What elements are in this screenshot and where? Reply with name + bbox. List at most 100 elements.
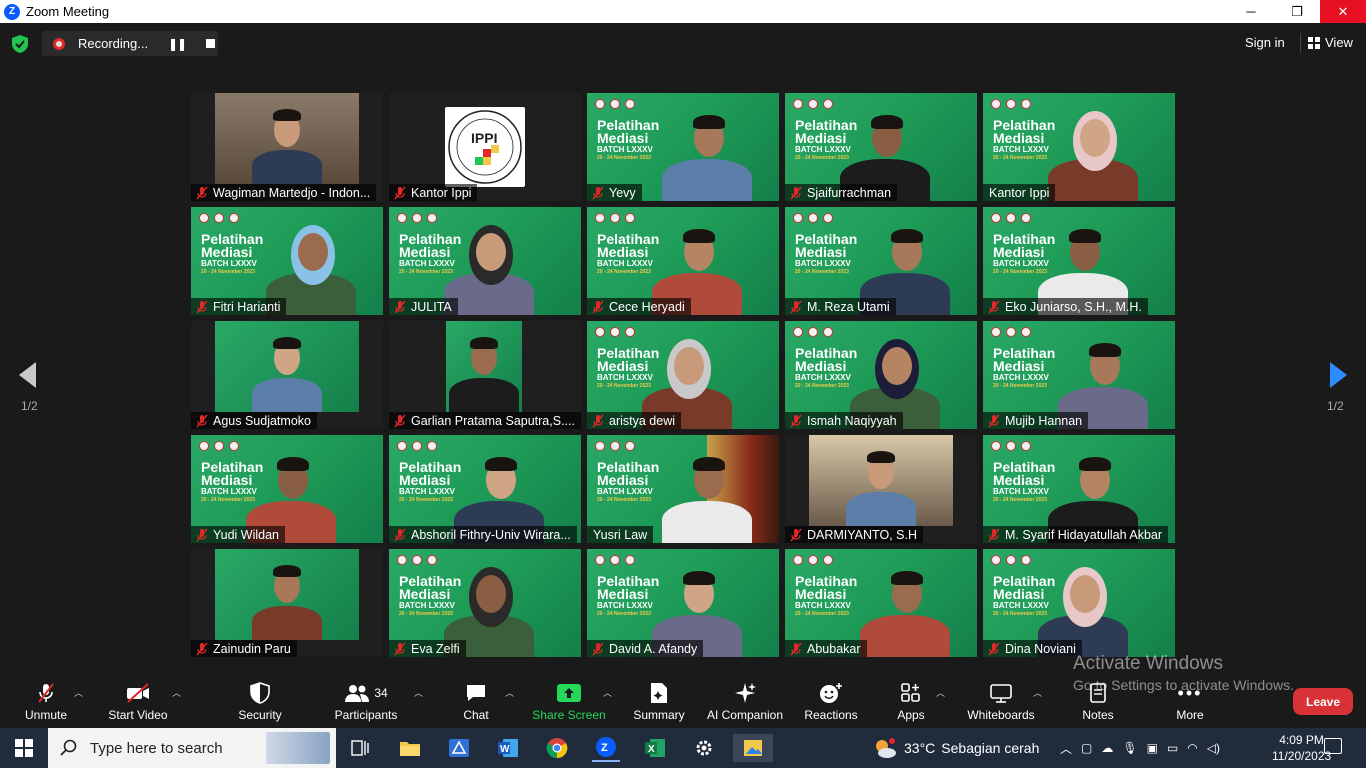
show-hidden-icons-chevron-icon[interactable]: ︿ [1060, 740, 1072, 757]
participant-video-tile[interactable]: Pelatihan Mediasi BATCH LXXXV 20 - 24 Novem… [983, 549, 1175, 657]
muted-microphone-icon [196, 414, 208, 427]
ai-companion-button[interactable]: AI Companion [700, 680, 790, 722]
photos-app-icon[interactable] [733, 734, 773, 762]
page-indicator-left: 1/2 [21, 399, 38, 413]
start-button[interactable] [0, 728, 48, 768]
pause-recording-icon[interactable]: ❚❚ [168, 37, 187, 51]
participant-name: Yudi Wildan [213, 527, 280, 542]
reactions-label: Reactions [804, 708, 858, 722]
participant-video-tile[interactable]: DARMIYANTO, S.H [785, 435, 977, 543]
restore-button[interactable]: ❐ [1274, 0, 1320, 23]
participant-video-tile[interactable]: Pelatihan Mediasi BATCH LXXXV 20 - 24 Novem… [389, 207, 581, 315]
participant-video-tile[interactable]: Pelatihan Mediasi BATCH LXXXV 20 - 24 Novem… [785, 207, 977, 315]
taskbar-clock[interactable]: 4:09 PM 11/20/2023 [1272, 732, 1331, 764]
participant-name: M. Reza Utami [807, 299, 890, 314]
participant-video-tile[interactable]: Pelatihan Mediasi BATCH LXXXV 20 - 24 Novem… [587, 93, 779, 201]
muted-microphone-icon [790, 300, 802, 313]
participant-video-tile[interactable]: Pelatihan Mediasi BATCH LXXXV 20 - 24 Novem… [983, 435, 1175, 543]
whiteboards-options-chevron-icon[interactable]: ︿ [1033, 686, 1042, 699]
chrome-icon[interactable] [543, 734, 571, 762]
encryption-shield-icon[interactable] [12, 35, 28, 53]
event-logos [991, 441, 1031, 451]
notification-center-icon[interactable] [1324, 738, 1342, 754]
stop-recording-icon[interactable] [206, 39, 216, 48]
participant-video-tile[interactable]: Pelatihan Mediasi BATCH LXXXV 20 - 24 Novem… [983, 207, 1175, 315]
leave-meeting-button[interactable]: Leave [1293, 688, 1353, 715]
participant-video-tile[interactable]: Pelatihan Mediasi BATCH LXXXV 20 - 24 Novem… [389, 435, 581, 543]
sign-in-button[interactable]: Sign in [1245, 35, 1285, 50]
participants-options-chevron-icon[interactable]: ︿ [414, 686, 423, 699]
video-options-chevron-icon[interactable]: ︿ [172, 686, 181, 699]
participant-video-tile[interactable]: Pelatihan Mediasi BATCH LXXXV 20 - 24 Novem… [587, 321, 779, 429]
event-logos [397, 213, 437, 223]
display-icon[interactable]: ▣ [1147, 741, 1158, 755]
participant-video-tile[interactable]: Pelatihan Mediasi BATCH LXXXV 20 - 24 Novem… [587, 549, 779, 657]
muted-microphone-icon [592, 642, 604, 655]
onedrive-icon[interactable]: ☁ [1101, 741, 1113, 755]
app-icon[interactable] [445, 734, 473, 762]
word-icon[interactable]: W [494, 734, 522, 762]
audio-options-chevron-icon[interactable]: ︿ [74, 686, 83, 699]
microphone-tray-icon[interactable]: 🎙 [1122, 741, 1137, 755]
participant-video-feed [446, 321, 522, 412]
view-button[interactable]: View [1308, 35, 1353, 50]
participant-name-label: Ismah Naqiyyah [785, 412, 903, 429]
taskbar-search-box[interactable]: Type here to search [48, 728, 336, 768]
share-options-chevron-icon[interactable]: ︿ [603, 686, 612, 699]
participant-video-tile[interactable]: Pelatihan Mediasi BATCH LXXXV 20 - 24 Novem… [191, 435, 383, 543]
participant-name-label: Fitri Harianti [191, 298, 287, 315]
event-logos [199, 213, 239, 223]
participant-video-tile[interactable]: Pelatihan Mediasi BATCH LXXXV 20 - 24 Novem… [785, 549, 977, 657]
minimize-button[interactable]: ─ [1228, 0, 1274, 23]
event-logos [793, 99, 833, 109]
previous-page-arrow-icon[interactable] [19, 362, 36, 388]
participant-name: M. Syarif Hidayatullah Akbar [1005, 527, 1163, 542]
task-view-icon[interactable] [346, 734, 374, 762]
security-button[interactable]: Security [215, 680, 305, 722]
participant-video-tile[interactable]: Pelatihan Mediasi BATCH LXXXV 20 - 24 Novem… [587, 435, 779, 543]
participant-name-label: Dina Noviani [983, 640, 1082, 657]
participants-icon [345, 685, 370, 702]
next-page-arrow-icon[interactable] [1330, 362, 1347, 388]
participant-video-feed [215, 93, 359, 184]
weather-temperature: 33°C [904, 740, 936, 756]
participant-video-tile[interactable]: Pelatihan Mediasi BATCH LXXXV 20 - 24 Novem… [389, 549, 581, 657]
weather-widget[interactable]: 33°C Sebagian cerah [872, 728, 1039, 768]
muted-microphone-icon [196, 528, 208, 541]
participant-video-tile[interactable]: Pelatihan Mediasi BATCH LXXXV 20 - 24 Novem… [191, 207, 383, 315]
participant-video-tile[interactable]: Pelatihan Mediasi BATCH LXXXV 20 - 24 Novem… [983, 321, 1175, 429]
participant-video-tile[interactable]: Agus Sudjatmoko [191, 321, 383, 429]
summary-button[interactable]: Summary [614, 680, 704, 722]
participant-video-tile[interactable]: IPPI Kantor Ippi [389, 93, 581, 201]
participant-video-tile[interactable]: Garlian Pratama Saputra,S.... [389, 321, 581, 429]
recording-indicator: Recording... ❚❚ [42, 31, 218, 56]
participant-name: Yevy [609, 185, 636, 200]
slide-background-text: Pelatihan Mediasi BATCH LXXXV 20 - 24 Novem… [399, 231, 462, 275]
svg-text:IPPI: IPPI [471, 130, 497, 146]
zoom-taskbar-icon[interactable]: Z [592, 734, 620, 762]
slide-background-text: Pelatihan Mediasi BATCH LXXXV 20 - 24 Novem… [993, 117, 1056, 161]
participant-video-tile[interactable]: Pelatihan Mediasi BATCH LXXXV 20 - 24 Novem… [785, 93, 977, 201]
close-window-button[interactable]: ✕ [1320, 0, 1366, 23]
divider [1300, 33, 1301, 53]
participant-video-tile[interactable]: Wagiman Martedjo - Indon... [191, 93, 383, 201]
activate-windows-hint: Go to Settings to activate Windows. [1073, 677, 1294, 693]
participant-video-tile[interactable]: Pelatihan Mediasi BATCH LXXXV 20 - 24 Novem… [587, 207, 779, 315]
excel-icon[interactable]: X [641, 734, 669, 762]
participant-video-tile[interactable]: Zainudin Paru [191, 549, 383, 657]
file-explorer-icon[interactable] [396, 734, 424, 762]
apps-options-chevron-icon[interactable]: ︿ [936, 686, 945, 699]
chat-options-chevron-icon[interactable]: ︿ [505, 686, 514, 699]
battery-icon[interactable]: ▭ [1167, 741, 1178, 755]
wifi-icon[interactable]: ◠ [1187, 741, 1197, 755]
start-video-button[interactable]: Start Video [93, 680, 183, 722]
volume-icon[interactable]: ◁) [1207, 741, 1220, 755]
participants-button[interactable]: 34 Participants [321, 680, 411, 722]
participant-video-tile[interactable]: Pelatihan Mediasi BATCH LXXXV 20 - 24 Novem… [785, 321, 977, 429]
meet-now-icon[interactable]: ▢ [1081, 741, 1092, 755]
share-screen-button[interactable]: Share Screen [524, 680, 614, 722]
settings-gear-icon[interactable] [690, 734, 718, 762]
participant-name: Sjaifurrachman [807, 185, 892, 200]
reactions-button[interactable]: Reactions [786, 680, 876, 722]
participant-video-tile[interactable]: Pelatihan Mediasi BATCH LXXXV 20 - 24 Novem… [983, 93, 1175, 201]
